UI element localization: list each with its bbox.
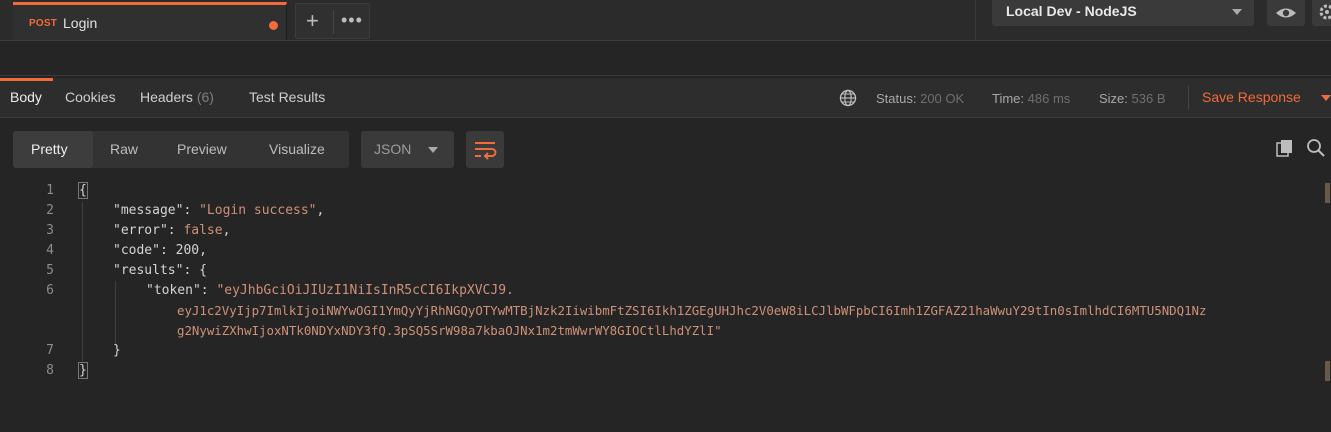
copy-icon[interactable]	[1276, 139, 1294, 157]
json-line-error: "error": false,	[113, 223, 231, 238]
json-close-inner-brace: }	[113, 343, 121, 358]
size-label: Size:	[1099, 91, 1128, 106]
json-token-continuation: g2NywiZXhwIjoxNTk0NDYxNDY3fQ.3pSQ5SrW98a…	[177, 323, 722, 338]
eye-icon	[1276, 8, 1296, 18]
view-mode-preview[interactable]: Preview	[177, 141, 227, 157]
response-tabs-bar: Body Cookies Headers (6) Test Results St…	[0, 78, 1331, 118]
size-value: 536 B	[1131, 91, 1166, 106]
tab-cookies[interactable]: Cookies	[65, 89, 116, 105]
json-open-brace: {	[78, 182, 88, 199]
json-line-message: "message": "Login success",	[113, 203, 325, 218]
chevron-down-icon	[1232, 9, 1242, 15]
json-key: "token"	[146, 283, 201, 298]
json-line-results: "results": {	[113, 263, 207, 278]
view-mode-visualize[interactable]: Visualize	[269, 141, 325, 157]
tab-headers-label: Headers	[140, 89, 193, 105]
line-number: 3	[46, 223, 54, 238]
environment-area: Local Dev - NodeJS	[975, 0, 1331, 40]
save-response-divider	[1188, 86, 1189, 110]
view-mode-raw[interactable]: Raw	[110, 141, 138, 157]
line-number: 8	[46, 363, 54, 378]
request-url-row	[0, 40, 1331, 76]
line-number: 5	[46, 263, 54, 278]
time-value: 486 ms	[1027, 91, 1071, 106]
line-number: 1	[46, 183, 54, 198]
scrollbar-marker[interactable]	[1325, 183, 1330, 203]
environment-quick-look-button[interactable]	[1267, 0, 1305, 26]
line-number: 7	[46, 343, 54, 358]
time-label: Time:	[992, 91, 1025, 106]
response-body-editor[interactable]: 1 2 3 4 5 6 7 8 { "message": "Login succ…	[0, 181, 1331, 432]
format-select-label: JSON	[374, 141, 412, 157]
json-token-continuation: eyJ1c2VyIjp7ImlkIjoiNWYwOGI1YmQyYjRhNGQy…	[177, 303, 1207, 318]
gear-icon	[1319, 4, 1331, 20]
json-close-brace: }	[78, 362, 88, 379]
json-boolean-value: false	[183, 223, 223, 238]
manage-environments-button[interactable]	[1312, 0, 1331, 26]
environment-select[interactable]: Local Dev - NodeJS	[992, 0, 1254, 26]
indent-guide	[115, 281, 116, 346]
line-number: 6	[46, 283, 54, 298]
request-tab-login[interactable]: POST Login	[13, 2, 287, 40]
unsaved-changes-dot-icon[interactable]	[269, 21, 278, 30]
globe-icon[interactable]	[839, 89, 857, 107]
json-key: "results"	[113, 263, 184, 278]
json-key: "message"	[113, 203, 184, 218]
status-value: 200 OK	[920, 91, 965, 106]
time-indicator[interactable]: Time: 486 ms	[992, 91, 1070, 106]
request-tab-bar: POST Login + ••• Local Dev - NodeJS	[0, 0, 1331, 40]
save-response-button[interactable]: Save Response	[1202, 89, 1301, 105]
more-tabs-ellipsis-icon[interactable]: •••	[341, 9, 363, 31]
tab-body[interactable]: Body	[10, 89, 42, 105]
tab-actions-group: + •••	[295, 3, 370, 39]
tab-headers-count: (6)	[196, 89, 214, 105]
json-line-token: "token": "eyJhbGciOiJIUzI1NiIsInR5cCI6Ik…	[146, 283, 514, 298]
line-number: 4	[46, 243, 54, 258]
wrap-lines-button[interactable]	[466, 131, 504, 168]
tab-test-results[interactable]: Test Results	[249, 89, 325, 105]
tab-headers[interactable]: Headers (6)	[140, 89, 214, 105]
json-string-value: "eyJhbGciOiJIUzI1NiIsInR5cCI6IkpXVCJ9.	[216, 283, 514, 298]
chevron-down-icon	[428, 147, 438, 153]
indent-guide	[82, 202, 83, 362]
save-response-chevron-down-icon[interactable]	[1321, 95, 1331, 101]
environment-select-label: Local Dev - NodeJS	[1006, 3, 1137, 19]
status-indicator[interactable]: Status: 200 OK	[876, 91, 964, 106]
line-number: 2	[46, 203, 54, 218]
json-line-code: "code": 200,	[113, 243, 207, 258]
json-key: "error"	[113, 223, 168, 238]
request-method-badge: POST	[29, 18, 58, 29]
format-select[interactable]: JSON	[361, 131, 454, 168]
search-icon[interactable]	[1306, 138, 1326, 158]
json-key: "code"	[113, 243, 160, 258]
view-mode-pretty[interactable]: Pretty	[31, 141, 68, 157]
view-mode-group: Pretty Raw Preview Visualize	[13, 131, 349, 168]
json-string-value: "Login success"	[199, 203, 317, 218]
response-view-toolbar: Pretty Raw Preview Visualize JSON	[0, 119, 1331, 181]
new-tab-plus-icon[interactable]: +	[306, 7, 319, 35]
active-tab-indicator	[0, 78, 53, 81]
tab-actions-divider	[333, 10, 334, 34]
size-indicator[interactable]: Size: 536 B	[1099, 91, 1166, 106]
json-number-value: 200	[175, 243, 200, 258]
request-tab-title: Login	[63, 15, 98, 31]
scrollbar-marker[interactable]	[1325, 361, 1330, 381]
status-label: Status:	[876, 91, 917, 106]
wrap-lines-icon	[475, 142, 497, 160]
